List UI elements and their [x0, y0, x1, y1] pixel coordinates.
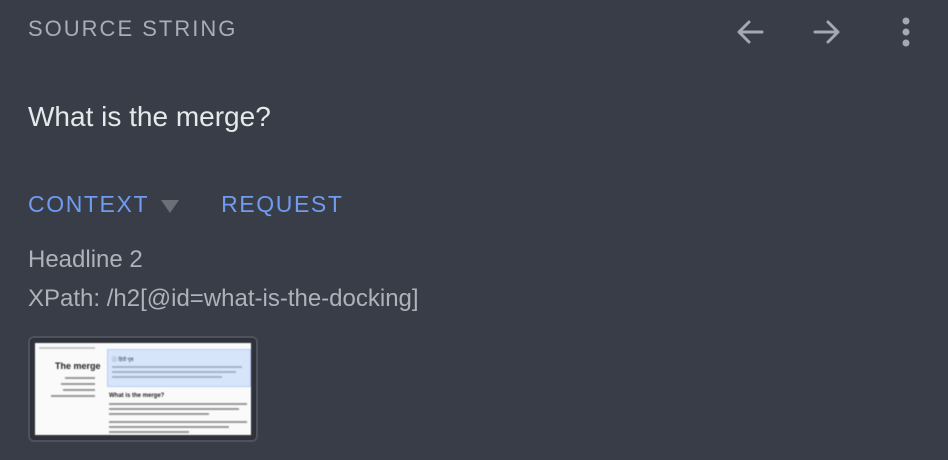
next-button[interactable]: [805, 10, 849, 54]
screenshot-thumbnail[interactable]: The merge ⓘ हिंदी पृष्ठ What is the merg…: [28, 336, 258, 442]
preview-callout: ⓘ हिंदी पृष्ठ: [107, 349, 251, 387]
tab-request[interactable]: REQUEST: [221, 191, 343, 218]
context-element-type: Headline 2: [28, 246, 143, 273]
previous-button[interactable]: [728, 10, 772, 54]
tab-context-label: CONTEXT: [28, 191, 150, 217]
preview-section-heading: What is the merge?: [109, 393, 165, 399]
preview-sidebar: [39, 347, 101, 353]
preview-callout-title: ⓘ हिंदी पृष्ठ: [112, 357, 134, 363]
screenshot-preview: The merge ⓘ हिंदी पृष्ठ What is the merg…: [35, 343, 251, 435]
tab-context[interactable]: CONTEXT: [28, 191, 180, 218]
header-label: SOURCE STRING: [28, 16, 238, 41]
context-tabs: CONTEXT REQUEST: [28, 191, 343, 218]
more-vertical-icon: [902, 17, 910, 47]
arrow-right-icon: [813, 20, 840, 44]
caret-down-icon: [161, 199, 180, 213]
preview-page-title: The merge: [55, 361, 101, 371]
arrow-left-icon: [737, 20, 764, 44]
context-xpath[interactable]: XPath: /h2[@id=what-is-the-docking]: [28, 285, 419, 313]
source-string-text: What is the merge?: [28, 101, 271, 132]
more-options-button[interactable]: [884, 10, 928, 54]
